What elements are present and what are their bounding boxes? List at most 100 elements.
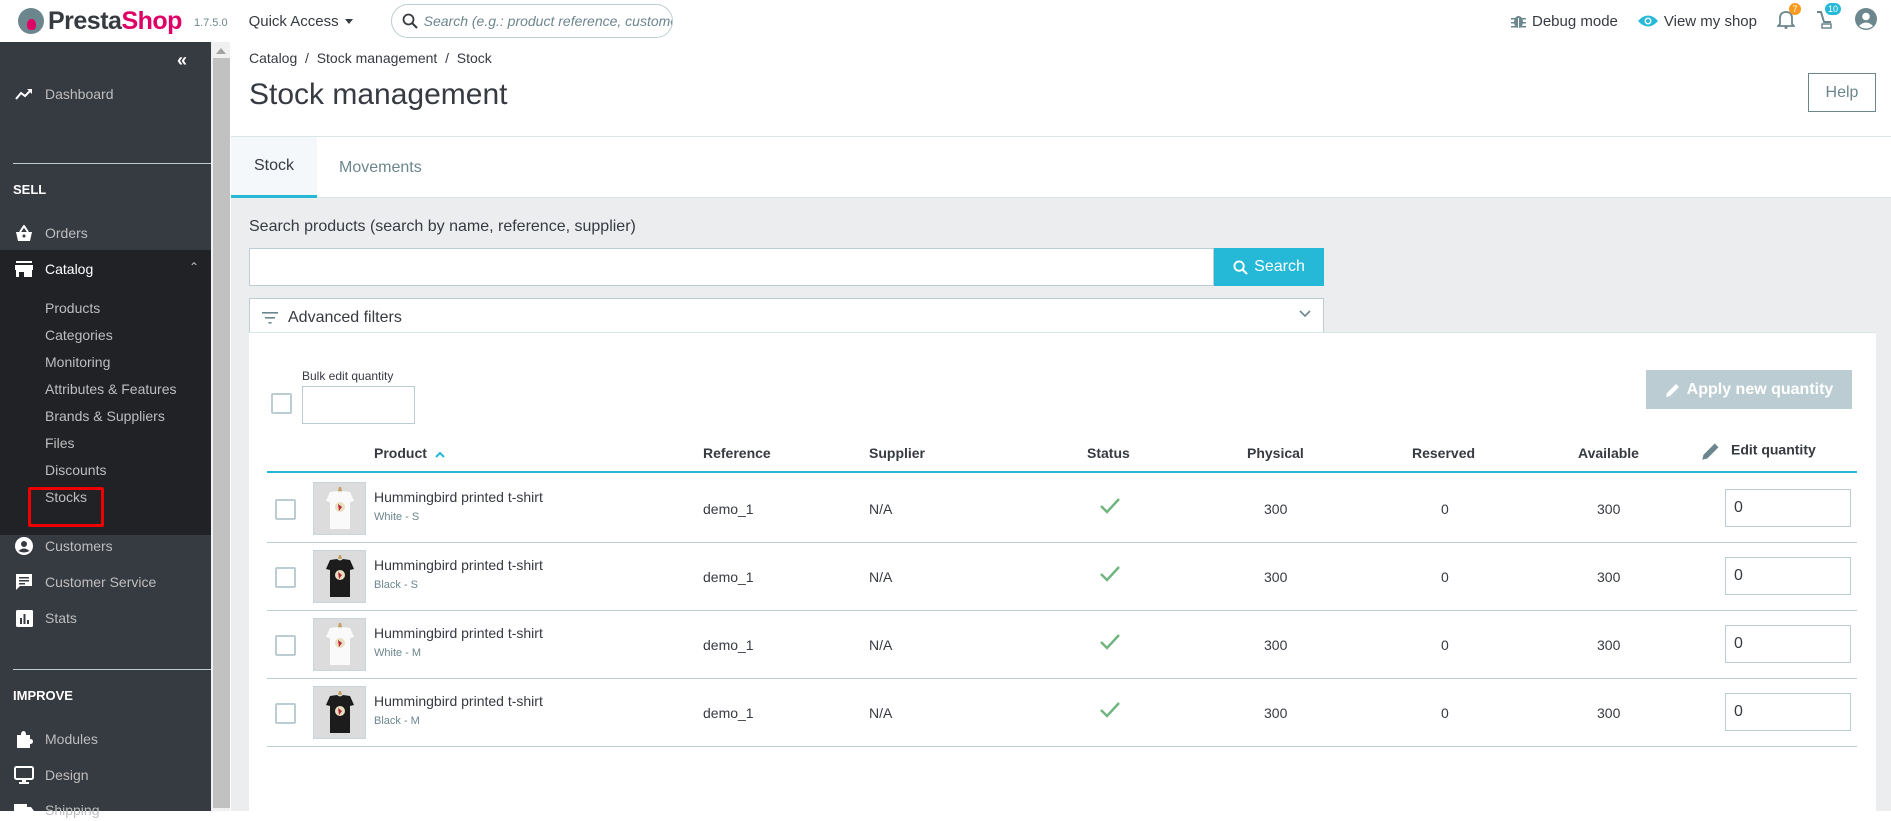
physical-quantity: 300 bbox=[1264, 569, 1288, 585]
product-name[interactable]: Hummingbird printed t-shirt bbox=[374, 557, 543, 573]
orders-badge: 10 bbox=[1825, 2, 1842, 15]
sidebar-sub-files[interactable]: Files bbox=[45, 435, 75, 451]
sidebar-heading-sell: SELL bbox=[13, 182, 47, 197]
advanced-filters-label: Advanced filters bbox=[288, 308, 402, 326]
sidebar-scrollbar-thumb[interactable] bbox=[213, 58, 230, 808]
sidebar-label-stats: Stats bbox=[45, 610, 77, 626]
scroll-up-arrow-icon[interactable] bbox=[216, 48, 226, 54]
sidebar-item-customers[interactable]: Customers bbox=[0, 535, 211, 557]
pencil-icon bbox=[1665, 383, 1679, 397]
sidebar-item-customer-service[interactable]: Customer Service bbox=[0, 571, 211, 593]
version-label: 1.7.5.0 bbox=[193, 17, 228, 29]
product-combination: White - S bbox=[374, 511, 420, 523]
pencil-icon bbox=[1702, 443, 1719, 460]
apply-new-quantity-button[interactable]: Apply new quantity bbox=[1646, 370, 1852, 409]
top-bar: PrestaShop 1.7.5.0 Quick Access Search (… bbox=[0, 0, 1891, 42]
sidebar-heading-improve: IMPROVE bbox=[13, 688, 73, 703]
product-name[interactable]: Hummingbird printed t-shirt bbox=[374, 693, 543, 709]
sidebar-label-modules: Modules bbox=[45, 731, 98, 747]
sidebar-item-catalog[interactable]: Catalog ⌃ bbox=[0, 258, 211, 280]
sidebar-item-stats[interactable]: Stats bbox=[0, 607, 211, 629]
column-header-available[interactable]: Available bbox=[1578, 445, 1639, 461]
sidebar: « Dashboard SELL Orders Catalog ⌃ Produc… bbox=[0, 42, 211, 818]
product-reference: demo_1 bbox=[703, 501, 754, 517]
product-supplier: N/A bbox=[869, 637, 893, 653]
column-header-edit-quantity: Edit quantity bbox=[1701, 441, 1816, 461]
edit-quantity-input[interactable]: 0 bbox=[1725, 693, 1851, 731]
sidebar-item-modules[interactable]: Modules bbox=[0, 728, 211, 750]
table-header: Product Reference Supplier Status Physic… bbox=[267, 438, 1857, 473]
product-thumbnail[interactable] bbox=[313, 618, 366, 671]
sidebar-item-shipping[interactable]: Shipping bbox=[0, 799, 211, 821]
column-header-supplier[interactable]: Supplier bbox=[869, 445, 925, 461]
row-checkbox[interactable] bbox=[275, 499, 296, 520]
sidebar-label-dashboard: Dashboard bbox=[45, 86, 114, 102]
search-button[interactable]: Search bbox=[1214, 248, 1324, 286]
breadcrumb[interactable]: Catalog / Stock management / Stock bbox=[249, 50, 492, 66]
row-checkbox[interactable] bbox=[275, 703, 296, 724]
employee-avatar-button[interactable] bbox=[1855, 7, 1877, 35]
sidebar-sub-attributes-features[interactable]: Attributes & Features bbox=[45, 381, 177, 397]
debug-mode-link[interactable]: Debug mode bbox=[1510, 13, 1618, 30]
product-name[interactable]: Hummingbird printed t-shirt bbox=[374, 625, 543, 641]
sidebar-item-dashboard[interactable]: Dashboard bbox=[0, 83, 211, 105]
tshirt-icon bbox=[325, 486, 354, 529]
column-header-status[interactable]: Status bbox=[1087, 445, 1130, 461]
product-combination: Black - S bbox=[374, 579, 419, 591]
quick-access-label: Quick Access bbox=[248, 12, 339, 30]
tab-movements[interactable]: Movements bbox=[339, 137, 422, 198]
view-my-shop-link[interactable]: View my shop bbox=[1637, 12, 1757, 30]
tshirt-icon bbox=[325, 622, 354, 665]
row-checkbox[interactable] bbox=[275, 567, 296, 588]
orders-notifications-button[interactable]: 10 bbox=[1815, 2, 1842, 34]
global-search-input[interactable]: Search (e.g.: product reference, custome bbox=[390, 4, 673, 38]
product-thumbnail[interactable] bbox=[313, 482, 366, 535]
reserved-quantity: 0 bbox=[1441, 705, 1449, 721]
sidebar-sub-brands-suppliers[interactable]: Brands & Suppliers bbox=[45, 408, 165, 424]
column-header-product[interactable]: Product bbox=[374, 445, 445, 461]
available-quantity: 300 bbox=[1597, 569, 1621, 585]
column-header-reference[interactable]: Reference bbox=[703, 445, 771, 461]
sidebar-sub-products[interactable]: Products bbox=[45, 300, 100, 316]
checkmark-icon bbox=[1100, 498, 1120, 514]
notifications-button[interactable]: 7 bbox=[1775, 2, 1801, 34]
tab-stock[interactable]: Stock bbox=[231, 137, 317, 198]
sidebar-label-orders: Orders bbox=[45, 225, 88, 241]
product-thumbnail[interactable] bbox=[313, 550, 366, 603]
sidebar-sub-monitoring[interactable]: Monitoring bbox=[45, 354, 110, 370]
search-button-label: Search bbox=[1254, 258, 1305, 275]
bulk-edit-quantity-input[interactable] bbox=[302, 386, 415, 424]
quick-access-dropdown[interactable]: Quick Access bbox=[249, 13, 353, 30]
product-thumbnail[interactable] bbox=[313, 686, 366, 739]
bulk-edit-quantity-label: Bulk edit quantity bbox=[302, 369, 394, 383]
column-header-reserved[interactable]: Reserved bbox=[1412, 445, 1475, 461]
sidebar-item-design[interactable]: Design bbox=[0, 764, 211, 786]
column-header-physical[interactable]: Physical bbox=[1247, 445, 1304, 461]
prestashop-logo[interactable]: PrestaShop bbox=[18, 7, 182, 36]
sidebar-sub-discounts[interactable]: Discounts bbox=[45, 462, 106, 478]
search-products-input[interactable] bbox=[249, 248, 1214, 286]
logo-text-presta: Presta bbox=[48, 6, 122, 35]
edit-quantity-input[interactable]: 0 bbox=[1725, 557, 1851, 595]
sidebar-item-orders[interactable]: Orders bbox=[0, 222, 211, 244]
physical-quantity: 300 bbox=[1264, 637, 1288, 653]
account-circle-icon bbox=[13, 537, 35, 555]
row-checkbox[interactable] bbox=[275, 635, 296, 656]
product-reference: demo_1 bbox=[703, 569, 754, 585]
product-name[interactable]: Hummingbird printed t-shirt bbox=[374, 489, 543, 505]
chevron-down-icon bbox=[1299, 310, 1311, 318]
sidebar-sub-categories[interactable]: Categories bbox=[45, 327, 113, 343]
available-quantity: 300 bbox=[1597, 637, 1621, 653]
select-all-checkbox[interactable] bbox=[271, 393, 292, 414]
available-quantity: 300 bbox=[1597, 501, 1621, 517]
sort-ascending-icon[interactable] bbox=[435, 451, 445, 458]
view-my-shop-label: View my shop bbox=[1663, 12, 1757, 30]
bar-chart-icon bbox=[13, 609, 35, 627]
edit-quantity-input[interactable]: 0 bbox=[1725, 489, 1851, 527]
collapse-sidebar-icon[interactable]: « bbox=[177, 50, 187, 71]
help-button[interactable]: Help bbox=[1808, 73, 1876, 112]
sidebar-divider bbox=[13, 669, 211, 670]
physical-quantity: 300 bbox=[1264, 705, 1288, 721]
edit-quantity-input[interactable]: 0 bbox=[1725, 625, 1851, 663]
product-supplier: N/A bbox=[869, 501, 893, 517]
